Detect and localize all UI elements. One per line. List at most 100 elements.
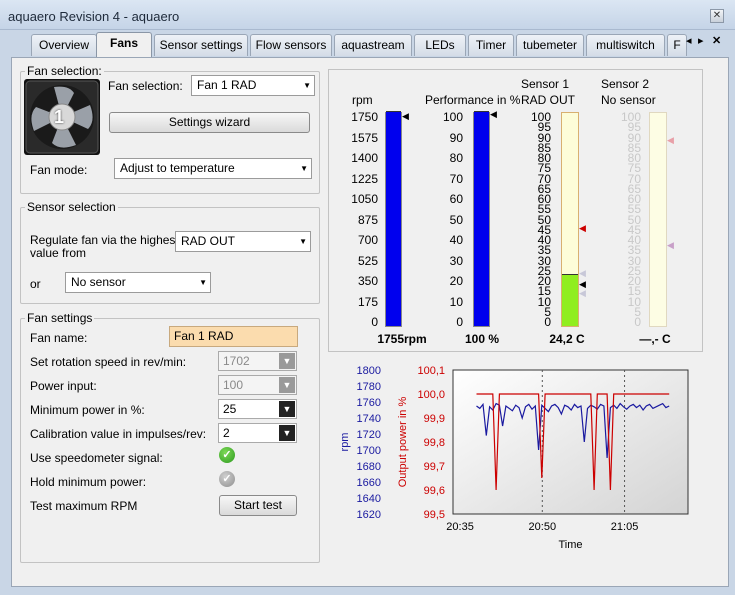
tab-timer[interactable]: Timer (468, 34, 514, 56)
tab-multiswitch[interactable]: multiswitch (586, 34, 665, 56)
settings-wizard-button[interactable]: Settings wizard (109, 112, 310, 133)
hold-minimum-check-icon[interactable]: ✓ (219, 471, 235, 487)
window-title: aquaero Revision 4 - aquaero (8, 9, 180, 24)
chevron-down-icon: ▼ (300, 164, 308, 173)
rpm-tick-label: 175 (357, 294, 378, 309)
tab-fans[interactable]: Fans (96, 32, 152, 57)
sensor1-min-marker-icon: ◀ (579, 268, 586, 278)
left-axis-tick-label: 1740 (357, 413, 381, 425)
second-sensor-dropdown[interactable]: No sensor ▼ (65, 272, 211, 293)
sensor1-low-marker-icon: ◀ (579, 288, 586, 298)
perf-tick-label: 20 (449, 274, 463, 288)
setting-value: 1702 (223, 354, 250, 368)
window-close-button[interactable]: ✕ (710, 9, 724, 23)
sensor1-header: Sensor 1 (521, 77, 570, 91)
rpm-marker-icon: ◀ (402, 111, 409, 121)
left-axis-tick-label: 1760 (357, 397, 381, 409)
fan-name-input[interactable]: Fan 1 RAD (169, 326, 298, 347)
rpm-tick-label: 1050 (351, 192, 378, 206)
right-axis-tick-label: 100,1 (417, 365, 445, 377)
fan-select-value: Fan 1 RAD (197, 78, 257, 92)
perf-tick-label: 30 (449, 253, 463, 268)
fan-selection-legend: Fan selection: (27, 64, 102, 78)
history-chart-svg: 1800 1780 1760 1740 1720 1700 1680 1660 1640 1620… (339, 365, 689, 551)
perf-gauge-fill (474, 111, 489, 326)
right-axis-tick-label: 99,7 (424, 461, 445, 473)
left-axis-tick-label: 1700 (357, 445, 381, 457)
fan-settings-legend: Fan settings (27, 311, 93, 325)
chart-plot-area (452, 369, 689, 515)
setting-value: 25 (223, 402, 237, 416)
rpm-tick-label: 1750 (351, 110, 378, 124)
speedometer-label: Use speedometer signal: (30, 451, 163, 465)
sensor2-readout: —,- C (639, 332, 671, 346)
tab-flow-sensors[interactable]: Flow sensors (250, 34, 332, 56)
left-axis-tick-label: 1800 (357, 365, 381, 377)
sensor2-header: Sensor 2 (601, 77, 650, 91)
sensor2-alarm-marker-icon: ◀ (667, 135, 674, 145)
rpm-readout: 1755rpm (377, 332, 427, 346)
fan-name-label: Fan name: (30, 331, 88, 345)
fan-icon: 1 (24, 79, 100, 155)
fan-mode-dropdown[interactable]: Adjust to temperature ▼ (114, 158, 312, 179)
perf-readout: 100 % (464, 332, 500, 346)
tab-prev-icon[interactable]: ◂ (686, 34, 692, 47)
perf-tick-label: 90 (449, 130, 463, 145)
sensor1-gauge-fill (562, 273, 578, 326)
sensor1-gauge-track (561, 112, 579, 327)
tab-leds[interactable]: LEDs (414, 34, 466, 56)
fan-select-label: Fan selection: (108, 79, 183, 93)
tab-overview[interactable]: Overview (31, 34, 97, 56)
setting-value: 2 (223, 426, 230, 440)
rpm-tick-label: 1225 (351, 171, 378, 186)
start-test-button[interactable]: Start test (219, 495, 297, 516)
right-axis-tick-label: 99,6 (424, 485, 445, 497)
test-rpm-label: Test maximum RPM (30, 499, 138, 513)
rpm-tick-label: 0 (371, 315, 378, 329)
sensor2-gauge-track (649, 112, 667, 327)
chevron-down-icon: ▼ (303, 81, 311, 90)
chevron-down-icon[interactable]: ▼ (279, 425, 295, 441)
setting-value: 100 (223, 378, 244, 392)
hold-minimum-label: Hold minimum power: (30, 475, 147, 489)
sensor1-readout: 24,2 C (549, 332, 585, 346)
right-axis-tick-label: 99,9 (424, 413, 445, 425)
title-bar: aquaero Revision 4 - aquaero ✕ (0, 0, 735, 30)
fan-select-dropdown[interactable]: Fan 1 RAD ▼ (191, 75, 315, 96)
chevron-down-icon[interactable]: ▼ (279, 401, 295, 417)
regulate-sensor-dropdown[interactable]: RAD OUT ▼ (175, 231, 311, 252)
rpm-tick-label: 700 (357, 233, 378, 247)
left-axis-tick-label: 1620 (357, 509, 381, 521)
regulate-label-line2: value from (30, 246, 87, 260)
tab-close-icon[interactable]: ✕ (712, 34, 721, 47)
left-axis-label: rpm (339, 433, 351, 452)
tab-sensor-settings[interactable]: Sensor settings (154, 34, 248, 56)
setting-input: 100 ▼ (218, 375, 297, 395)
sensor2-marker-icon: ◀ (667, 240, 674, 250)
chevron-down-icon: ▼ (279, 377, 295, 393)
setting-label: Calibration value in impulses/rev: (30, 427, 207, 441)
tab-next-icon[interactable]: ▸ (698, 34, 704, 47)
rpm-header: rpm (352, 93, 373, 107)
setting-input[interactable]: 2 ▼ (218, 423, 297, 443)
left-axis-tick-label: 1780 (357, 381, 381, 393)
second-sensor-value: No sensor (71, 275, 126, 289)
setting-input[interactable]: 25 ▼ (218, 399, 297, 419)
tab-bar: Overview Fans Sensor settings Flow sensors a… (0, 30, 735, 57)
rpm-tick-label: 1575 (351, 130, 378, 145)
setting-label: Power input: (30, 379, 97, 393)
tab-f[interactable]: F (667, 34, 687, 56)
speedometer-check-icon[interactable]: ✓ (219, 447, 235, 463)
fan-mode-value: Adjust to temperature (120, 161, 235, 175)
x-axis-tick-label: 20:35 (446, 521, 474, 533)
rpm-gauge-track (385, 111, 402, 327)
rpm-tick-label: 525 (357, 253, 378, 268)
x-axis-tick-label: 20:50 (529, 521, 557, 533)
sensor2-tick-label: 0 (634, 315, 641, 329)
rpm-tick-label: 875 (357, 212, 378, 227)
rpm-tick-label: 1400 (351, 151, 378, 165)
tab-tubemeter[interactable]: tubemeter (516, 34, 584, 56)
right-axis-label: Output power in % (397, 397, 409, 488)
regulate-label-line1: Regulate fan via the highest (30, 233, 179, 247)
tab-aquastream[interactable]: aquastream (334, 34, 412, 56)
